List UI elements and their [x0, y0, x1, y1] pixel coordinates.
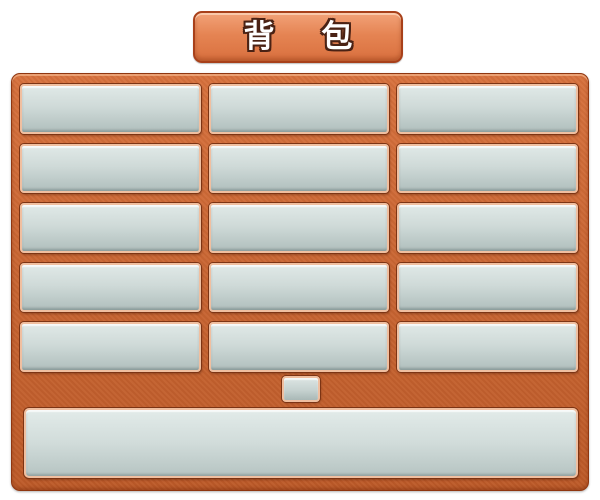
inventory-slot-15[interactable]: [397, 322, 578, 372]
title-banner: 背 包: [193, 11, 403, 63]
inventory-slot-11[interactable]: [208, 262, 390, 313]
inventory-slot-12[interactable]: [397, 262, 578, 313]
inventory-grid: [20, 84, 578, 372]
inventory-slot-5[interactable]: [208, 143, 390, 194]
inventory-slot-9[interactable]: [397, 203, 578, 253]
inventory-slot-1[interactable]: [20, 84, 201, 134]
inventory-slot-6[interactable]: [397, 143, 578, 194]
inventory-slot-3[interactable]: [397, 84, 578, 134]
page-indicator[interactable]: [282, 376, 320, 402]
inventory-slot-8[interactable]: [208, 203, 390, 253]
backpack-window: 背 包: [0, 0, 600, 500]
inventory-slot-14[interactable]: [208, 322, 390, 372]
item-detail-panel: [24, 408, 578, 478]
inventory-slot-2[interactable]: [208, 84, 390, 134]
inventory-slot-13[interactable]: [20, 322, 201, 372]
window-title: 背 包: [243, 18, 371, 55]
inventory-slot-4[interactable]: [20, 143, 201, 194]
inventory-slot-10[interactable]: [20, 262, 201, 313]
inventory-slot-7[interactable]: [20, 203, 201, 253]
